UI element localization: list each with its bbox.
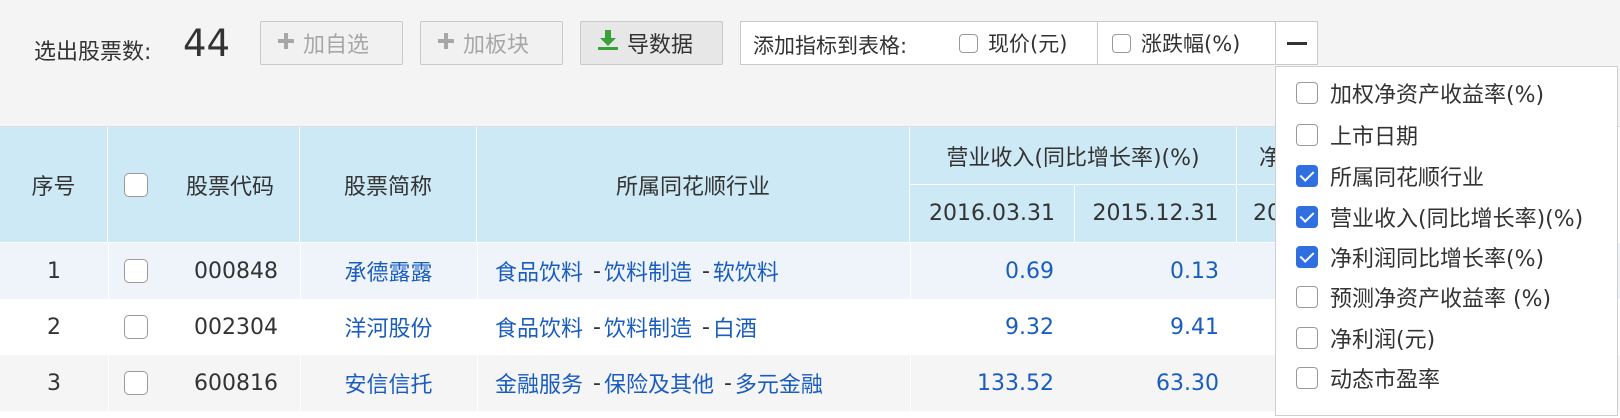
divider [1097, 22, 1098, 64]
menu-item-weighted-roe[interactable]: 加权净资产收益率(%) [1296, 73, 1544, 113]
indicator-dropdown-menu: 加权净资产收益率(%) 上市日期 所属同花顺行业 营业收入(同比增长率)(%) … [1275, 66, 1618, 416]
revenue-value-2016-03-31[interactable]: 9.32 [910, 299, 1060, 355]
download-icon [597, 29, 619, 57]
menu-item-label: 动态市盈率 [1330, 368, 1441, 393]
header-industry: 所属同花顺行业 [477, 127, 910, 243]
checkbox[interactable] [1296, 367, 1318, 389]
indicator-option-change-pct[interactable]: 涨跌幅(%) [1112, 22, 1240, 64]
checkbox[interactable] [1112, 33, 1131, 53]
column-divider [477, 243, 478, 418]
add-block-label: 加板块 [463, 33, 530, 58]
checkbox[interactable] [1296, 124, 1318, 146]
industry-link[interactable]: 保险及其他 [604, 367, 714, 399]
industry-link[interactable]: 饮料制造 [604, 311, 692, 343]
menu-item-label: 预测净资产收益率 (%) [1330, 287, 1552, 312]
industry-path: 金融服务 - 保险及其他 - 多元金融 [495, 355, 915, 411]
add-indicator-label: 添加指标到表格: [753, 34, 908, 58]
industry-link[interactable]: 软饮料 [713, 255, 779, 287]
industry-link[interactable]: 金融服务 [495, 367, 583, 399]
menu-item-revenue-growth[interactable]: 营业收入(同比增长率)(%) [1296, 197, 1583, 237]
header-date-2016-03-31: 2016.03.31 [910, 185, 1075, 243]
revenue-value-2016-03-31[interactable]: 133.52 [910, 355, 1060, 411]
row-index: 2 [47, 314, 61, 340]
stock-name-link[interactable]: 洋河股份 [300, 299, 477, 355]
industry-link[interactable]: 食品饮料 [495, 255, 583, 287]
row-checkbox[interactable] [124, 259, 148, 283]
checkbox-checked[interactable] [1296, 206, 1318, 228]
selected-count-label: 选出股票数: [34, 40, 152, 65]
add-indicator-bar: 添加指标到表格: 现价(元) 涨跌幅(%) [740, 21, 1318, 65]
minus-icon [1287, 41, 1307, 45]
export-data-button[interactable]: 导数据 [580, 21, 723, 65]
stock-code: 002304 [194, 314, 278, 340]
row-index: 1 [47, 258, 61, 284]
revenue-value-2016-03-31[interactable]: 0.69 [910, 243, 1060, 299]
column-divider [910, 243, 911, 418]
header-name: 股票简称 [300, 127, 477, 243]
industry-link[interactable]: 饮料制造 [604, 255, 692, 287]
select-all-checkbox[interactable] [124, 172, 148, 197]
header-revenue: 营业收入(同比增长率)(%) [910, 127, 1237, 185]
row-index: 3 [47, 370, 61, 396]
column-divider [108, 243, 109, 418]
column-divider [300, 243, 301, 418]
revenue-value-2015-12-31[interactable]: 9.41 [1075, 299, 1225, 355]
menu-item-net-profit[interactable]: 净利润(元) [1296, 318, 1435, 358]
stock-code: 000848 [194, 258, 278, 284]
checkbox[interactable] [959, 33, 978, 53]
stock-name-link[interactable]: 安信信托 [300, 355, 477, 411]
export-data-label: 导数据 [627, 33, 694, 58]
stock-name-link[interactable]: 承德露露 [300, 243, 477, 299]
industry-path: 食品饮料 - 饮料制造 - 软饮料 [495, 243, 915, 299]
indicator-option-label: 现价(元) [988, 32, 1068, 56]
menu-item-listing-date[interactable]: 上市日期 [1296, 115, 1418, 155]
menu-item-forecast-roe[interactable]: 预测净资产收益率 (%) [1296, 277, 1551, 317]
industry-path: 食品饮料 - 饮料制造 - 白酒 [495, 299, 915, 355]
menu-item-label: 净利润同比增长率(%) [1330, 247, 1545, 272]
header-index: 序号 [0, 127, 108, 243]
add-favorite-label: 加自选 [303, 33, 370, 58]
menu-item-dynamic-pe[interactable]: 动态市盈率 [1296, 358, 1440, 398]
checkbox[interactable] [1296, 286, 1318, 308]
collapse-indicators-button[interactable] [1275, 22, 1319, 64]
indicator-option-price[interactable]: 现价(元) [959, 22, 1067, 64]
checkbox-checked[interactable] [1296, 246, 1318, 268]
menu-item-label: 所属同花顺行业 [1330, 166, 1485, 191]
checkbox[interactable] [1296, 327, 1318, 349]
menu-item-industry[interactable]: 所属同花顺行业 [1296, 156, 1484, 196]
checkbox[interactable] [1296, 82, 1318, 104]
selected-count-value: 44 [183, 22, 231, 65]
add-block-button[interactable]: 加板块 [420, 21, 563, 65]
menu-item-label: 净利润(元) [1330, 328, 1436, 353]
revenue-value-2015-12-31[interactable]: 0.13 [1075, 243, 1225, 299]
checkbox-checked[interactable] [1296, 165, 1318, 187]
stock-code: 600816 [194, 370, 278, 396]
menu-item-label: 加权净资产收益率(%) [1330, 83, 1545, 108]
revenue-value-2015-12-31[interactable]: 63.30 [1075, 355, 1225, 411]
plus-icon [277, 31, 295, 56]
row-checkbox[interactable] [124, 371, 148, 395]
indicator-option-label: 涨跌幅(%) [1141, 32, 1241, 56]
menu-item-label: 上市日期 [1330, 125, 1419, 150]
add-favorite-button[interactable]: 加自选 [260, 21, 403, 65]
industry-link[interactable]: 白酒 [713, 311, 757, 343]
header-date-2015-12-31: 2015.12.31 [1075, 185, 1237, 243]
industry-link[interactable]: 食品饮料 [495, 311, 583, 343]
menu-item-net-profit-growth[interactable]: 净利润同比增长率(%) [1296, 237, 1544, 277]
industry-link[interactable]: 多元金融 [735, 367, 823, 399]
plus-icon [437, 31, 455, 56]
row-checkbox[interactable] [124, 315, 148, 339]
menu-item-label: 营业收入(同比增长率)(%) [1330, 207, 1584, 232]
header-code: 股票代码 [185, 175, 274, 200]
